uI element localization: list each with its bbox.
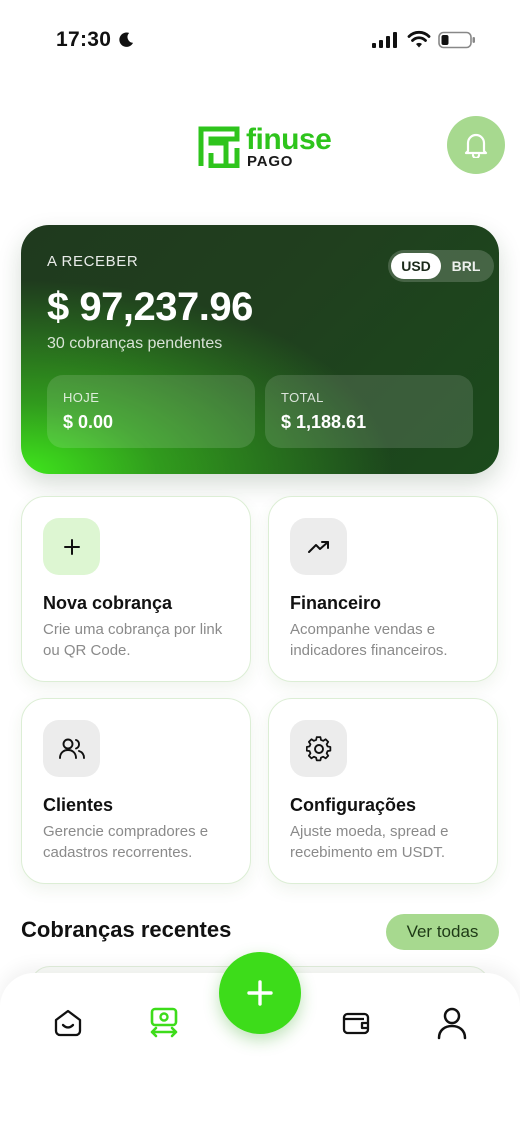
see-all-button[interactable]: Ver todas [386,914,499,950]
logo-mark-icon [198,126,240,168]
pending-count: 30 cobranças pendentes [47,335,223,352]
signal-icon [372,32,397,48]
settings-icon-box [290,720,347,777]
today-label: HOJE [63,390,100,405]
financial-title: Financeiro [290,593,382,613]
profile-icon [437,1007,467,1040]
financial-card[interactable]: Financeiro Acompanhe vendas e indicadore… [268,496,498,682]
recent-charges-title: Cobranças recentes [21,917,232,942]
notifications-button[interactable] [447,116,505,174]
clients-card[interactable]: Clientes Gerencie compradores e cadastro… [21,698,251,884]
clients-icon-box [43,720,100,777]
today-value: $ 0.00 [63,412,114,432]
today-summary: HOJE $ 0.00 [47,375,255,448]
clients-desc: Gerencie compradores e cadastros recorre… [43,823,209,861]
currency-toggle[interactable]: USD BRL [388,250,494,282]
status-time: 17:30 [56,28,112,51]
battery-icon [438,31,475,49]
new-charge-title: Nova cobrança [43,593,173,613]
nav-home[interactable] [48,1003,88,1043]
clients-title: Clientes [43,795,114,815]
settings-desc: Ajuste moeda, spread e recebimento em US… [290,823,449,861]
bell-icon [464,133,488,158]
plus-icon [63,538,80,555]
total-summary: TOTAL $ 1,188.61 [265,375,473,448]
home-icon [54,1009,82,1037]
users-icon [58,738,85,759]
new-charge-card[interactable]: Nova cobrança Crie uma cobrança por link… [21,496,251,682]
financial-icon-box [290,518,347,575]
add-icon [247,980,273,1006]
balance-amount: $ 97,237.96 [47,285,253,329]
moon-icon [119,32,134,47]
app-logo: finuse PAGO [198,123,332,170]
nav-profile[interactable] [432,1003,472,1043]
total-value: $ 1,188.61 [281,412,367,432]
nav-charges[interactable] [144,1003,184,1043]
charges-icon [150,1007,178,1038]
new-charge-icon-box [43,518,100,575]
balance-card: A RECEBER USD BRL $ 97,237.96 30 cobranç… [21,225,499,474]
logo-wordmark: finuse [246,123,332,156]
wifi-icon [407,30,431,48]
gear-icon [305,735,331,761]
balance-label: A RECEBER [47,253,139,270]
logo-subtitle: PAGO [247,153,294,170]
currency-option-usd[interactable]: USD [391,253,441,279]
trending-up-icon [307,540,329,553]
wallet-icon [342,1012,370,1035]
app-screen: 17:30 finuse PAGO A RECEBER USD BRL $ 97… [0,0,520,1130]
financial-desc: Acompanhe vendas e indicadores financeir… [290,621,448,659]
currency-option-brl[interactable]: BRL [441,253,491,279]
settings-title: Configurações [290,795,417,815]
new-charge-desc: Crie uma cobrança por link ou QR Code. [43,621,223,659]
settings-card[interactable]: Configurações Ajuste moeda, spread e rec… [268,698,498,884]
nav-wallet[interactable] [336,1003,376,1043]
add-button[interactable] [219,952,301,1034]
status-bar: 17:30 [0,28,520,58]
total-label: TOTAL [281,390,324,405]
